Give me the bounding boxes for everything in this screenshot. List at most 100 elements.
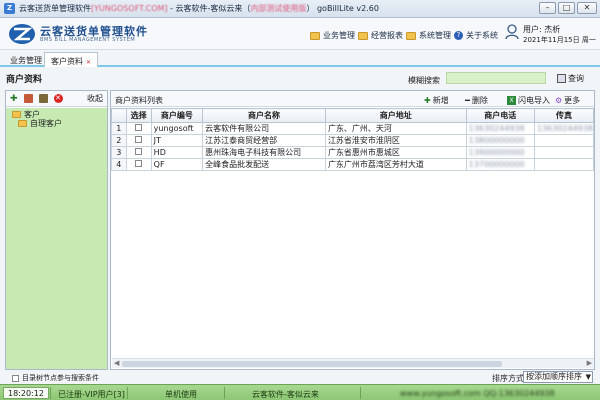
column-header-fax[interactable]: 传真 bbox=[533, 108, 595, 123]
current-date: 2021年11月15日 周一 bbox=[523, 36, 596, 44]
sort-select[interactable]: 按添加顺序排序 ▼ bbox=[523, 371, 593, 383]
more-button[interactable]: ⚙ 更多 bbox=[555, 95, 580, 106]
column-header-select[interactable]: 选择 bbox=[125, 108, 152, 123]
cell-fax: 13630244938 bbox=[533, 122, 595, 135]
row-checkbox[interactable] bbox=[135, 124, 143, 131]
fuzzy-search-label: 模糊搜索 bbox=[408, 76, 440, 85]
delete-button[interactable]: ━ 删除 bbox=[465, 95, 488, 106]
help-icon: ? bbox=[454, 31, 463, 40]
search-icon bbox=[557, 74, 566, 83]
cell-phone: 13800000000 bbox=[465, 134, 535, 147]
horizontal-scrollbar[interactable]: ◀ ▶ bbox=[112, 358, 594, 368]
menu-system[interactable]: 系统管理 bbox=[406, 30, 451, 41]
page-title: 商户资料 bbox=[6, 75, 43, 85]
column-header-phone[interactable]: 商户电话 bbox=[465, 108, 535, 123]
table-row[interactable]: 4 QF 全峰食品批发配送 广东广州市荔湾区芳村大道 13700000000 bbox=[111, 158, 595, 171]
row-checkbox[interactable] bbox=[135, 148, 143, 155]
customer-list-panel: 商户资料列表 ✚ 新增 ━ 删除 X 闪电导入 ⚙ 更多 选择 商户编号 商户名称 商户… bbox=[110, 90, 595, 370]
tab-bar: 业务管理 客户资料 ✕ bbox=[0, 50, 600, 67]
cell-fax bbox=[533, 146, 595, 159]
cell-name: 江苏江泰商贸经营部 bbox=[202, 134, 326, 147]
window-title-bar: Z 云客送货单管理软件[YUNGOSOFT.COM] - 云客软件-客似云来（内… bbox=[0, 0, 600, 18]
tree-item-self-customer[interactable]: 自理客户 bbox=[12, 119, 107, 128]
list-title: 商户资料列表 bbox=[115, 96, 163, 105]
window-title: 云客送货单管理软件[YUNGOSOFT.COM] - 云客软件-客似云来（内部测… bbox=[19, 4, 379, 13]
cell-name: 全峰食品批发配送 bbox=[202, 158, 326, 171]
folder-icon bbox=[18, 120, 27, 127]
minimize-button[interactable]: – bbox=[539, 2, 556, 14]
add-button[interactable]: ✚ 新增 bbox=[424, 95, 449, 106]
menu-business[interactable]: 业务管理 bbox=[310, 30, 355, 41]
user-name: 用户: 杰析 bbox=[523, 25, 561, 34]
logo-subtitle: BMS BILL MANAGEMENT SYSTEM bbox=[40, 37, 136, 43]
logo-icon bbox=[9, 24, 35, 44]
cell-fax bbox=[533, 134, 595, 147]
table-row[interactable]: 1 yungosoft 云客软件有限公司 广东、广州、天河 1363024493… bbox=[111, 122, 595, 135]
checkbox[interactable] bbox=[12, 374, 19, 382]
fuzzy-search-input[interactable] bbox=[446, 72, 546, 84]
close-tab-icon[interactable]: ✕ bbox=[86, 59, 91, 66]
status-time: 18:20:12 bbox=[3, 387, 49, 399]
more-icon: ⚙ bbox=[555, 96, 563, 105]
row-checkbox[interactable] bbox=[135, 136, 143, 143]
cell-code: JT bbox=[150, 134, 204, 147]
add-category-icon[interactable]: ✚ bbox=[10, 94, 18, 104]
query-button[interactable]: 查询 bbox=[557, 73, 584, 84]
tree-search-checkbox[interactable]: 目录树节点参与搜索条件 bbox=[12, 373, 99, 383]
collapse-button[interactable]: 收起 bbox=[87, 93, 103, 104]
edit-category-icon[interactable] bbox=[23, 94, 33, 103]
category-tree: 客户 自理客户 bbox=[6, 108, 107, 369]
row-index: 4 bbox=[111, 158, 127, 171]
row-index: 1 bbox=[111, 122, 127, 135]
column-header-index bbox=[111, 108, 127, 123]
status-contact: www.yungosoft.com QQ:13630244938 bbox=[400, 389, 555, 398]
cell-name: 惠州珠海电子科技有限公司 bbox=[202, 146, 326, 159]
cell-fax bbox=[533, 158, 595, 171]
folder-icon bbox=[12, 111, 21, 118]
row-checkbox[interactable] bbox=[135, 160, 143, 167]
table-row[interactable]: 2 JT 江苏江泰商贸经营部 江苏省淮安市淮阴区 13800000000 bbox=[111, 134, 595, 147]
folder-icon bbox=[406, 31, 416, 40]
column-header-address[interactable]: 商户地址 bbox=[324, 108, 467, 123]
excel-import-button[interactable]: X 闪电导入 bbox=[507, 95, 550, 106]
chevron-down-icon: ▼ bbox=[585, 373, 591, 381]
column-header-code[interactable]: 商户编号 bbox=[150, 108, 204, 123]
sort-label: 排序方式: bbox=[492, 374, 527, 383]
menu-reports[interactable]: 经营报表 bbox=[358, 30, 403, 41]
copy-category-icon[interactable] bbox=[38, 94, 48, 103]
category-panel: ✚ ✕ 收起 客户 自理客户 bbox=[5, 90, 108, 370]
cell-code: HD bbox=[150, 146, 204, 159]
row-index: 3 bbox=[111, 146, 127, 159]
menu-about[interactable]: ? 关于系统 bbox=[454, 30, 498, 41]
app-icon: Z bbox=[4, 3, 15, 14]
folder-icon bbox=[358, 31, 368, 40]
status-registration: 已注册-VIP用户[3] bbox=[58, 390, 125, 399]
scroll-left-icon[interactable]: ◀ bbox=[114, 359, 119, 367]
customer-table: 选择 商户编号 商户名称 商户地址 商户电话 传真 1 yungosoft 云客… bbox=[111, 108, 595, 171]
cell-phone: 13700000000 bbox=[465, 158, 535, 171]
cell-address: 广东广州市荔湾区芳村大道 bbox=[324, 158, 467, 171]
user-icon bbox=[505, 24, 519, 40]
scrollbar-thumb[interactable] bbox=[122, 361, 502, 367]
plus-icon: ✚ bbox=[424, 96, 431, 105]
maximize-button[interactable]: □ bbox=[558, 2, 575, 14]
cell-phone: 13630244938 bbox=[465, 122, 535, 135]
status-brand: 云客软件-客似云来 bbox=[252, 390, 319, 399]
cell-address: 广东、广州、天河 bbox=[324, 122, 467, 135]
cell-phone: 13900000000 bbox=[465, 146, 535, 159]
row-index: 2 bbox=[111, 134, 127, 147]
column-header-name[interactable]: 商户名称 bbox=[202, 108, 326, 123]
app-header: 云客送货单管理软件 BMS BILL MANAGEMENT SYSTEM 业务管… bbox=[0, 18, 600, 50]
folder-icon bbox=[310, 31, 320, 40]
close-button[interactable]: ✕ bbox=[577, 2, 597, 14]
cell-address: 江苏省淮安市淮阴区 bbox=[324, 134, 467, 147]
cell-code: yungosoft bbox=[150, 122, 204, 135]
tab-business[interactable]: 业务管理 bbox=[10, 55, 42, 66]
delete-category-icon[interactable]: ✕ bbox=[53, 94, 63, 103]
tab-customer-info[interactable]: 客户资料 ✕ bbox=[44, 52, 99, 67]
scroll-right-icon[interactable]: ▶ bbox=[587, 359, 592, 367]
minus-icon: ━ bbox=[465, 96, 470, 105]
table-row[interactable]: 3 HD 惠州珠海电子科技有限公司 广东省惠州市惠城区 13900000000 bbox=[111, 146, 595, 159]
status-mode: 单机使用 bbox=[165, 390, 197, 399]
cell-code: QF bbox=[150, 158, 204, 171]
